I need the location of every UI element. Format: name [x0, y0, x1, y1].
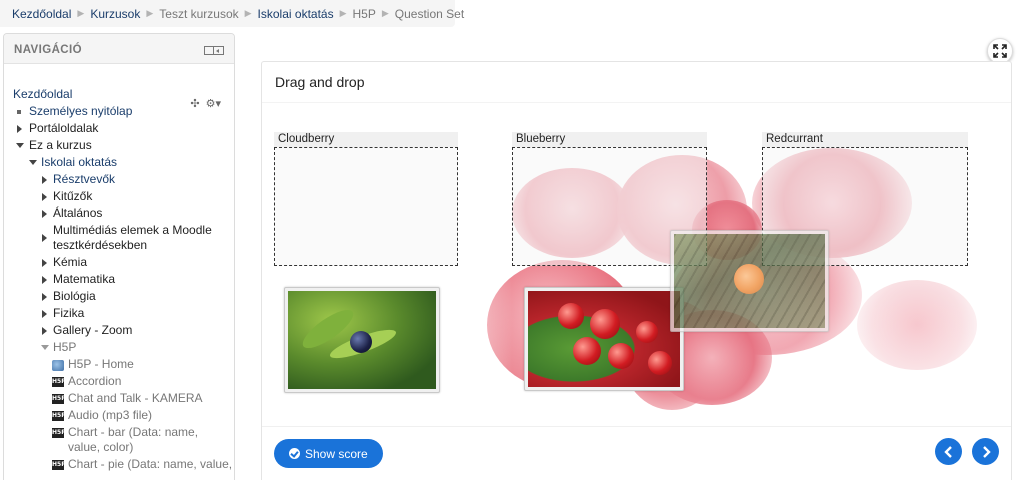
show-score-label: Show score [305, 446, 368, 461]
nav-item-label: Kémia [53, 255, 88, 269]
breadcrumb-separator-icon: ▶ [244, 8, 252, 18]
nav-item-label: Accordion [68, 374, 122, 388]
nav-item-label: Gallery - Zoom [53, 323, 133, 337]
nav-item-label: Kitűzők [53, 189, 93, 203]
nav-item-gallery-zoom[interactable]: Gallery - Zoom [4, 322, 234, 339]
nav-item-label: Audio (mp3 file) [68, 408, 153, 422]
dropzone-label-blueberry: Blueberry [512, 132, 707, 147]
nav-item-label: Személyes nyitólap [29, 104, 133, 118]
dropzone-label-cloudberry: Cloudberry [274, 132, 458, 147]
dropzone-cloudberry[interactable] [274, 147, 458, 266]
expand-arrow-icon [42, 193, 47, 201]
nav-item-school-education[interactable]: Iskolai oktatás [4, 154, 234, 171]
nav-item-label: Résztvevők [53, 172, 116, 186]
question-title: Drag and drop [275, 74, 365, 90]
breadcrumb-separator-icon: ▶ [146, 8, 154, 18]
nav-item-chat-talk[interactable]: H5P Chat and Talk - KAMERA [4, 390, 234, 407]
nav-item-this-course[interactable]: Ez a kurzus [4, 137, 234, 154]
expand-arrow-icon [42, 327, 47, 335]
breadcrumb-h5p: H5P [352, 6, 376, 21]
breadcrumb-separator-icon: ▶ [381, 8, 389, 18]
nav-item-label: Általános [53, 206, 103, 220]
nav-item-label: Matematika [53, 272, 116, 286]
nav-item-audio[interactable]: H5P Audio (mp3 file) [4, 407, 234, 424]
collapse-arrow-icon [29, 160, 37, 165]
nav-item-label: Ez a kurzus [29, 138, 92, 152]
nav-item-accordion[interactable]: H5P Accordion [4, 373, 234, 390]
breadcrumb-home[interactable]: Kezdőoldal [12, 7, 71, 21]
show-score-button[interactable]: Show score [274, 439, 383, 468]
breadcrumb: Kezdőoldal ▶ Kurzusok ▶ Teszt kurzusok ▶… [0, 0, 464, 27]
navigation-block: NAVIGÁCIÓ ✣ ⚙▾ Kezdőoldal Személyes nyit… [3, 33, 235, 480]
expand-icon [993, 44, 1007, 58]
dropzone-label-redcurrant: Redcurrant [762, 132, 968, 147]
bullet-icon [17, 110, 21, 114]
nav-item-participants[interactable]: Résztvevők [4, 171, 234, 188]
nav-item-label: Multimédiás elemek a Moodle tesztkérdése… [53, 223, 212, 252]
h5p-icon: H5P [52, 411, 66, 421]
nav-item-h5p[interactable]: H5P [4, 339, 234, 356]
expand-arrow-icon [42, 310, 47, 318]
nav-item-home[interactable]: Kezdőoldal [4, 86, 234, 103]
draggable-blueberry-image[interactable] [284, 287, 440, 393]
nav-item-label: H5P - Home [68, 357, 134, 371]
navigation-title: NAVIGÁCIÓ [14, 44, 82, 56]
nav-item-label: Kezdőoldal [13, 87, 73, 101]
expand-arrow-icon [42, 210, 47, 218]
nav-item-multimedia[interactable]: Multimédiás elemek a Moodle tesztkérdése… [4, 222, 234, 254]
h5p-icon: H5P [52, 377, 66, 387]
breadcrumb-test-courses: Teszt kurzusok [159, 6, 239, 21]
breadcrumb-separator-icon: ▶ [339, 8, 347, 18]
h5p-icon: H5P [52, 460, 66, 470]
nav-item-math[interactable]: Matematika [4, 271, 234, 288]
expand-arrow-icon [17, 125, 22, 133]
draggable-redcurrant-image[interactable] [524, 287, 684, 391]
nav-item-label: Chart - bar (Data: name, value, color) [68, 425, 199, 454]
breadcrumb-school-education[interactable]: Iskolai oktatás [258, 7, 334, 21]
page-icon [52, 360, 64, 371]
expand-arrow-icon [42, 293, 47, 301]
collapse-arrow-icon [41, 345, 49, 350]
previous-question-button[interactable] [935, 438, 962, 465]
breadcrumb-question-set: Question Set [394, 6, 465, 21]
next-question-button[interactable] [972, 438, 999, 465]
nav-item-chart-bar[interactable]: H5P Chart - bar (Data: name, value, colo… [4, 424, 234, 456]
nav-item-biology[interactable]: Biológia [4, 288, 234, 305]
draggable-cloudberry-image[interactable] [670, 230, 829, 332]
navigation-tree: Kezdőoldal Személyes nyitólap Portálolda… [4, 86, 234, 473]
nav-item-chemistry[interactable]: Kémia [4, 254, 234, 271]
expand-arrow-icon [42, 259, 47, 267]
expand-arrow-icon [42, 234, 47, 242]
nav-item-label: Fizika [53, 306, 85, 320]
nav-item-site-pages[interactable]: Portáloldalak [4, 120, 234, 137]
collapse-arrow-icon [16, 143, 24, 148]
nav-item-chart-pie[interactable]: H5P Chart - pie (Data: name, value, [4, 456, 234, 473]
check-circle-icon [289, 448, 300, 459]
dock-block-icon[interactable] [204, 46, 224, 55]
nav-item-dashboard[interactable]: Személyes nyitólap [4, 103, 234, 120]
nav-item-general[interactable]: Általános [4, 205, 234, 222]
h5p-icon: H5P [52, 394, 66, 404]
nav-item-label: Chat and Talk - KAMERA [68, 391, 203, 405]
nav-item-physics[interactable]: Fizika [4, 305, 234, 322]
chevron-left-icon [943, 445, 952, 458]
navigation-header: NAVIGÁCIÓ [4, 34, 234, 64]
breadcrumb-courses[interactable]: Kurzusok [90, 7, 140, 21]
expand-arrow-icon [42, 176, 47, 184]
nav-item-label: Chart - pie (Data: name, value, [68, 457, 233, 471]
h5p-container: Drag and drop Cloudberry Blueberry Redcu… [261, 61, 1012, 480]
nav-item-label: Biológia [53, 289, 96, 303]
footer-divider [262, 426, 1011, 427]
nav-item-label: H5P [53, 340, 77, 354]
divider [262, 102, 1011, 103]
chevron-right-icon [982, 445, 991, 458]
nav-item-badges[interactable]: Kitűzők [4, 188, 234, 205]
nav-item-label: Iskolai oktatás [41, 155, 118, 169]
drag-drop-stage: Cloudberry Blueberry Redcurrant [272, 130, 998, 426]
expand-arrow-icon [42, 276, 47, 284]
nav-item-h5p-home[interactable]: H5P - Home [4, 356, 234, 373]
nav-item-label: Portáloldalak [29, 121, 99, 135]
h5p-icon: H5P [52, 428, 66, 438]
breadcrumb-separator-icon: ▶ [77, 8, 85, 18]
